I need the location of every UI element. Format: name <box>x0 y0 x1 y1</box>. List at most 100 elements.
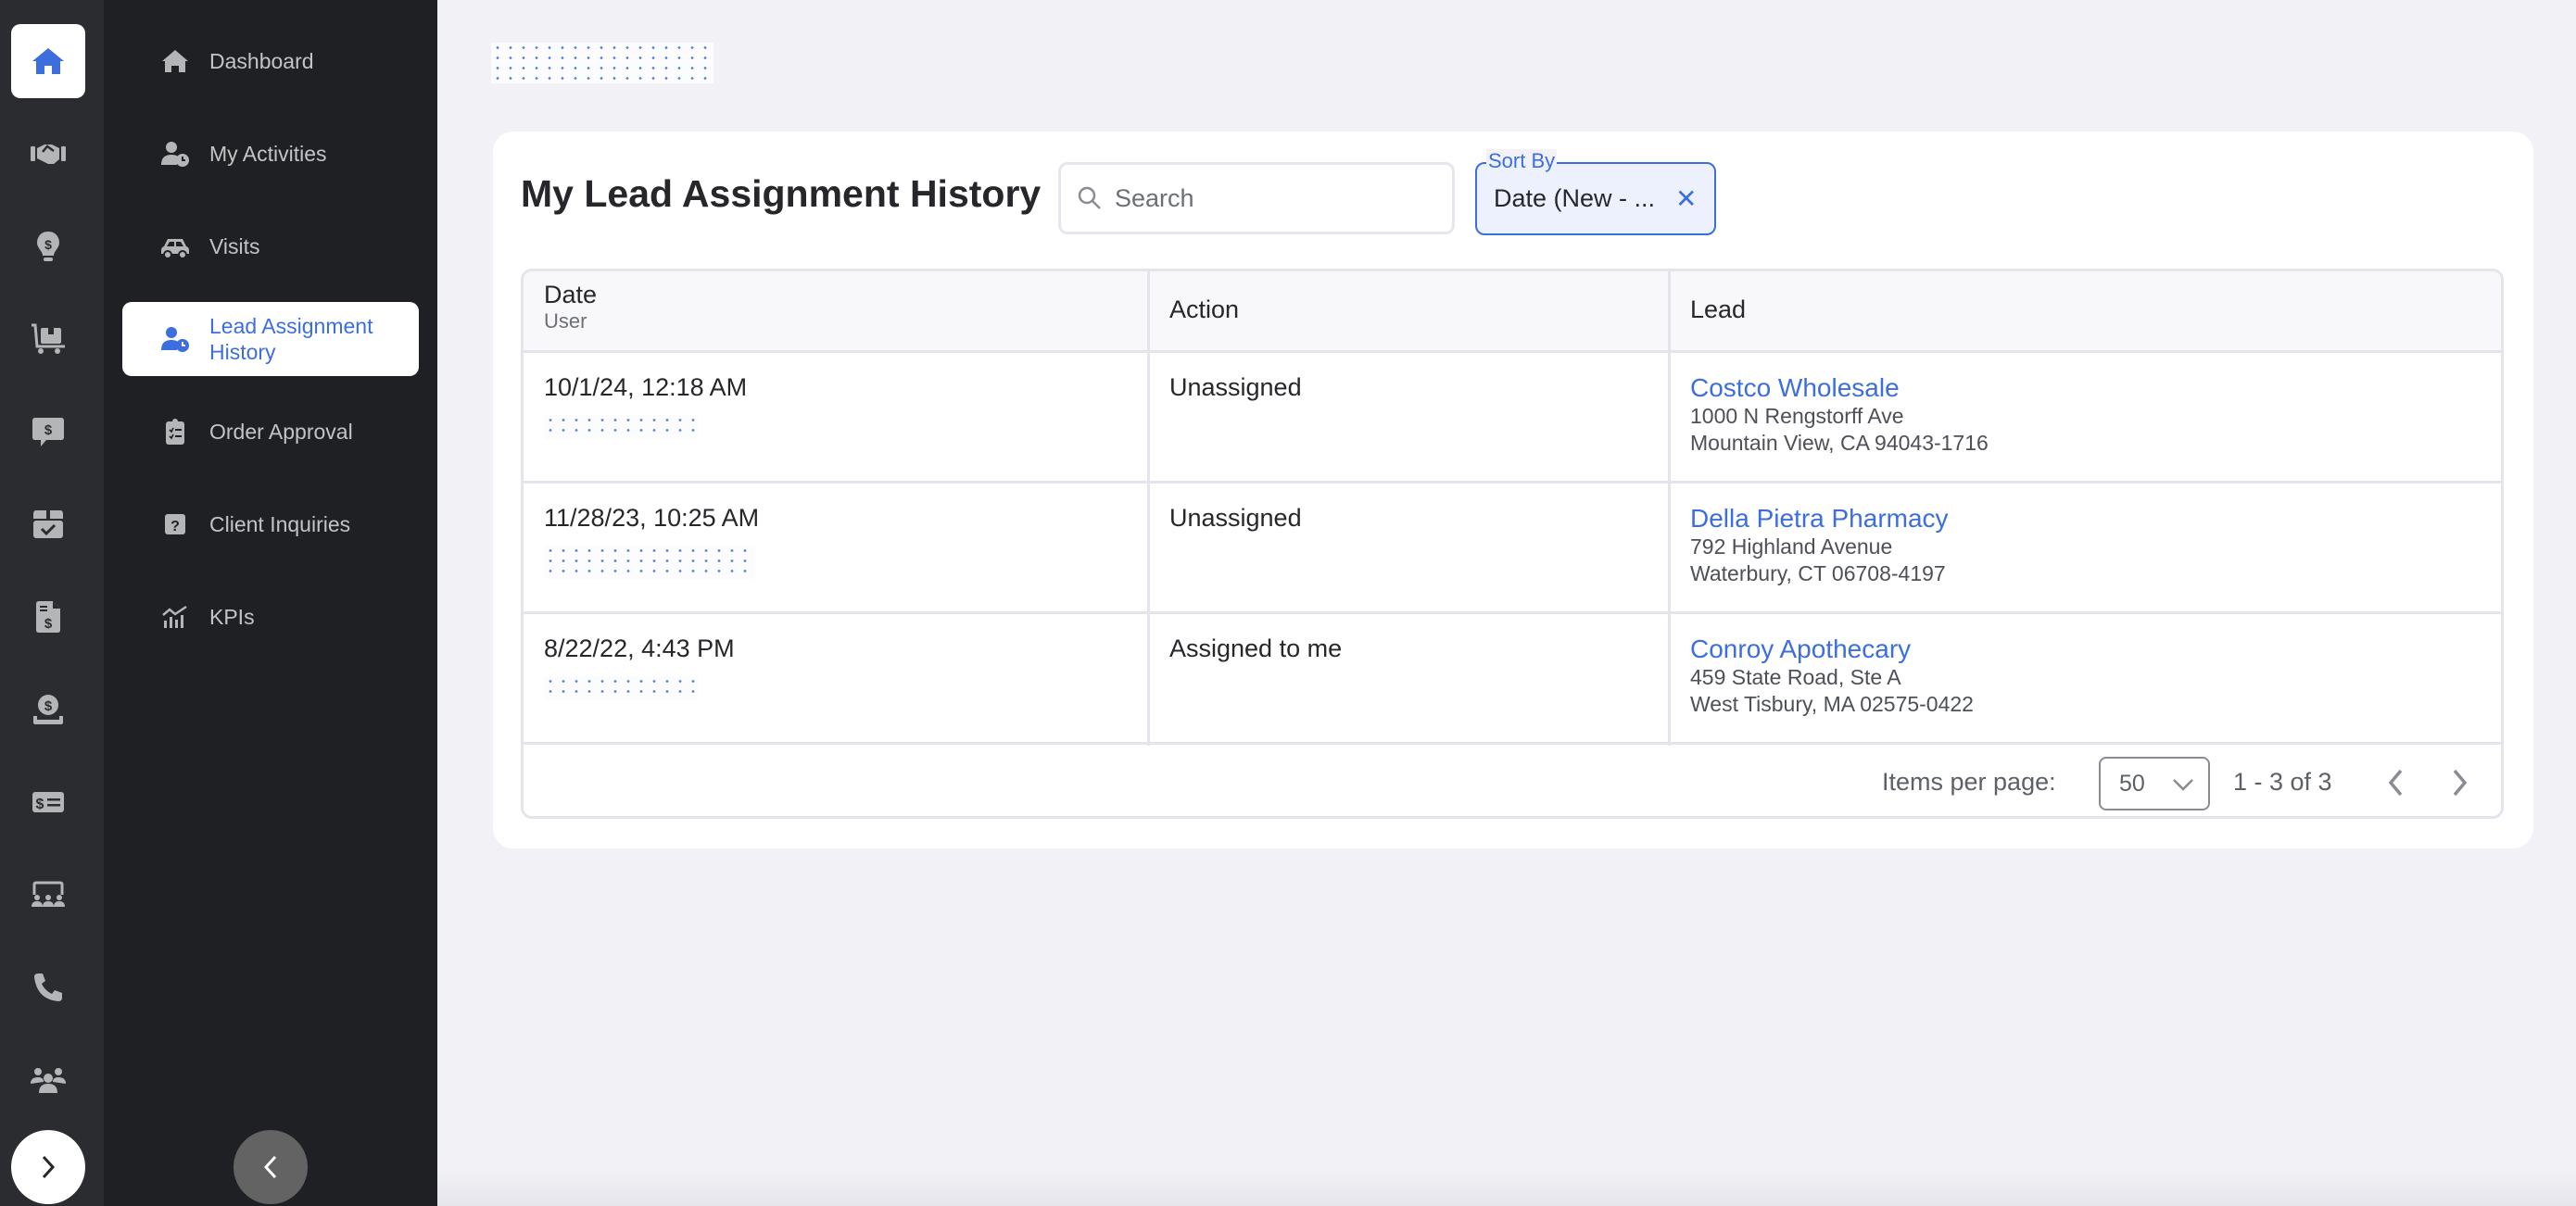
rail-team-button[interactable] <box>11 1043 85 1117</box>
table-pagination: Items per page: 50 1 - 3 of 3 <box>524 746 2501 816</box>
nav-item-label: Dashboard <box>209 49 314 73</box>
lead-address-line1: 1000 N Rengstorff Ave <box>1690 404 1904 428</box>
rail-opportunities-button[interactable]: $ <box>11 209 85 283</box>
dolly-box-icon <box>32 323 65 354</box>
lead-address-line2: Mountain View, CA 94043-1716 <box>1690 431 1989 455</box>
items-per-page-label: Items per page: <box>1882 768 2056 796</box>
svg-text:$: $ <box>44 698 53 714</box>
clipboard-list-icon <box>156 417 195 446</box>
row-action: Unassigned <box>1169 373 1302 401</box>
column-header-date[interactable]: Date User <box>544 281 597 362</box>
svg-text:$: $ <box>44 616 53 632</box>
chevron-left-icon <box>263 1155 277 1179</box>
table-row[interactable]: 8/22/22, 4:43 PM Assigned to me Conroy A… <box>524 614 2501 745</box>
sort-by-select[interactable]: Sort By Date (New - ... ✕ <box>1475 149 1716 235</box>
next-page-button[interactable] <box>2442 764 2479 801</box>
sort-by-label: Sort By <box>1486 149 1558 173</box>
row-date: 11/28/23, 10:25 AM <box>544 504 760 532</box>
nav-item-dashboard[interactable]: Dashboard <box>122 24 419 98</box>
comment-dollar-icon: $ <box>32 418 64 446</box>
row-user-redacted <box>544 415 698 439</box>
nav-item-client-inquiries[interactable]: ? Client Inquiries <box>122 487 419 561</box>
svg-text:$: $ <box>44 237 52 252</box>
bottom-shade <box>437 1169 2576 1206</box>
header-lead-label: Lead <box>1690 295 1747 323</box>
sort-by-value: Date (New - ... <box>1494 184 1656 212</box>
question-square-icon: ? <box>156 509 195 539</box>
header-date-label: Date <box>544 281 598 308</box>
lead-link[interactable]: Costco Wholesale <box>1690 373 1900 403</box>
lead-link[interactable]: Conroy Apothecary <box>1690 634 1911 664</box>
row-date: 8/22/22, 4:43 PM <box>544 634 735 662</box>
lead-address-line1: 459 State Road, Ste A <box>1690 665 1901 689</box>
home-icon <box>32 48 64 74</box>
close-icon[interactable]: ✕ <box>1675 183 1697 214</box>
search-input[interactable] <box>1115 183 1448 213</box>
chart-line-icon <box>156 602 195 632</box>
nav-item-my-activities[interactable]: My Activities <box>122 117 419 191</box>
rail-billing-button[interactable]: $ <box>11 765 85 839</box>
items-per-page-select[interactable]: 50 <box>2099 757 2210 810</box>
nav-item-label: Visits <box>209 234 260 258</box>
row-action: Assigned to me <box>1169 634 1343 662</box>
svg-text:$: $ <box>44 422 53 438</box>
rail-invoices-button[interactable]: $ <box>11 580 85 654</box>
rail-expand-button[interactable] <box>11 1130 85 1204</box>
lead-link[interactable]: Della Pietra Pharmacy <box>1690 504 1949 534</box>
search-field[interactable] <box>1058 162 1455 234</box>
svg-text:$: $ <box>36 797 44 812</box>
rail-training-button[interactable] <box>11 858 85 932</box>
rail-home-button[interactable] <box>11 24 85 98</box>
nav-item-lead-assignment-history[interactable]: Lead Assignment History <box>122 302 419 376</box>
rail-orders-button[interactable] <box>11 302 85 376</box>
box-check-icon <box>33 510 63 538</box>
items-per-page-value: 50 <box>2119 770 2145 797</box>
nav-item-label: Order Approval <box>209 420 353 444</box>
row-user-redacted <box>544 546 755 579</box>
chalkboard-users-icon <box>32 881 65 907</box>
lead-address-line2: Waterbury, CT 06708-4197 <box>1690 561 1946 585</box>
nav-collapse-button[interactable] <box>234 1130 308 1204</box>
nav-item-order-approval[interactable]: Order Approval <box>122 395 419 469</box>
row-date: 10/1/24, 12:18 AM <box>544 373 748 401</box>
lead-address-line1: 792 Highland Avenue <box>1690 534 1893 559</box>
nav-item-kpis[interactable]: KPIs <box>122 580 419 654</box>
car-icon <box>156 232 195 261</box>
money-check-icon: $ <box>32 792 64 812</box>
main-content: My Lead Assignment History Sort By Date … <box>437 0 2576 1206</box>
nav-item-label: KPIs <box>209 605 255 629</box>
user-clock-icon <box>156 139 195 169</box>
nav-item-label: Lead Assignment History <box>209 314 373 364</box>
chevron-right-icon <box>42 1155 56 1179</box>
chevron-left-icon <box>2388 769 2403 797</box>
table-row[interactable]: 10/1/24, 12:18 AM Unassigned Costco Whol… <box>524 353 2501 484</box>
search-icon <box>1078 186 1101 209</box>
prev-page-button[interactable] <box>2377 764 2414 801</box>
home-icon <box>156 46 195 76</box>
table-row[interactable]: 11/28/23, 10:25 AM Unassigned Della Piet… <box>524 484 2501 614</box>
rail-payments-button[interactable]: $ <box>11 672 85 747</box>
table-header: Date User Action Lead <box>524 271 2501 353</box>
rail-deliveries-button[interactable] <box>11 487 85 561</box>
hand-holding-dollar-icon: $ <box>33 695 63 724</box>
users-icon <box>31 1068 66 1093</box>
handshake-icon <box>31 144 66 164</box>
svg-text:?: ? <box>170 519 180 534</box>
lightbulb-dollar-icon: $ <box>37 232 59 261</box>
redacted-header <box>491 43 713 83</box>
user-clock-icon <box>156 324 195 354</box>
nav-item-label: My Activities <box>209 142 327 166</box>
chevron-down-icon <box>2173 779 2193 791</box>
rail-calls-button[interactable] <box>11 950 85 1024</box>
page-title: My Lead Assignment History <box>521 172 1042 215</box>
lead-address-line2: West Tisbury, MA 02575-0422 <box>1690 692 1974 716</box>
nav-item-visits[interactable]: Visits <box>122 209 419 283</box>
icon-rail: $ $ $ $ $ <box>0 0 104 1206</box>
header-user-label: User <box>544 309 587 333</box>
file-invoice-dollar-icon: $ <box>36 601 60 633</box>
rail-quotes-button[interactable]: $ <box>11 395 85 469</box>
row-action: Unassigned <box>1169 504 1302 532</box>
nav-panel: Dashboard My Activities Visits Lead Assi… <box>104 0 437 1206</box>
rail-deals-button[interactable] <box>11 117 85 191</box>
lead-assignment-table: Date User Action Lead 10/1/24, 12:18 AM … <box>521 269 2504 819</box>
